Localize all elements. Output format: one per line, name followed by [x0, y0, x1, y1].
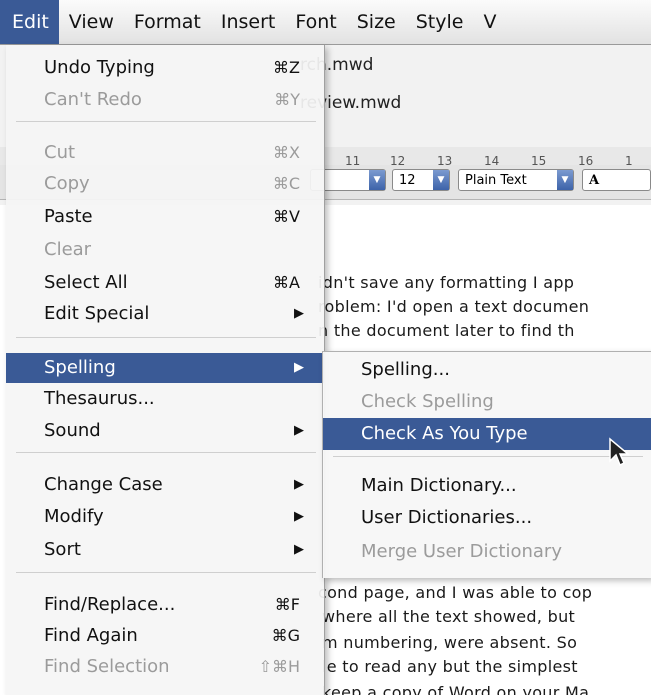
shortcut-label: ⌘A [273, 273, 300, 292]
menu-item-label: Spelling [44, 357, 116, 378]
triangle-right-icon: ▶ [294, 542, 304, 557]
chevron-down-icon: ▼ [369, 170, 385, 190]
spelling-submenu: Spelling... Check Spelling Check As You … [322, 351, 651, 578]
menu-separator [16, 452, 316, 453]
chevron-down-icon: ▼ [433, 170, 449, 190]
submenu-item-label: Spelling... [361, 359, 450, 380]
shortcut-label: ⌘Z [273, 58, 300, 77]
menu-separator [16, 337, 316, 338]
menu-item-label: Sound [44, 420, 101, 441]
menu-item-change-case[interactable]: Change Case ▶ [6, 470, 324, 500]
style-value: Plain Text [465, 173, 527, 188]
shortcut-label: ⌘Y [274, 90, 300, 109]
menu-item-label: Paste [44, 206, 93, 227]
submenu-item-label: Check Spelling [361, 391, 494, 412]
menu-item-find-selection: Find Selection ⇧⌘H [6, 652, 324, 682]
menu-item-label: Can't Redo [44, 89, 142, 110]
menu-item-label: Edit Special [44, 303, 150, 324]
submenu-item-user-dictionaries[interactable]: User Dictionaries... [323, 502, 651, 534]
menu-item-sort[interactable]: Sort ▶ [6, 535, 324, 565]
menu-bar: Edit View Format Insert Font Size Style V [0, 0, 651, 45]
submenu-item-check-spelling: Check Spelling [323, 386, 651, 418]
menu-item-paste[interactable]: Paste ⌘V [6, 202, 324, 232]
menu-item-sound[interactable]: Sound ▶ [6, 416, 324, 446]
edit-menu: Undo Typing ⌘Z Can't Redo ⌘Y Cut ⌘X Copy ⌘C … [6, 45, 325, 695]
body-line: cond page, and I was able to cop [318, 583, 593, 602]
body-line: keep a copy of Word on your Ma [322, 683, 590, 695]
body-line: n the document later to find th [318, 321, 575, 340]
shortcut-label: ⌘G [271, 626, 300, 645]
menu-item-copy: Copy ⌘C [6, 169, 324, 199]
shortcut-label: ⌘F [274, 595, 300, 614]
submenu-item-label: Check As You Type [361, 423, 528, 444]
menu-item-label: Sort [44, 539, 81, 560]
submenu-item-label: Merge User Dictionary [361, 541, 562, 562]
menu-item-label: Find Again [44, 625, 138, 646]
triangle-right-icon: ▶ [294, 360, 304, 375]
style-select[interactable]: Plain Text ▼ [458, 169, 574, 191]
menu-item-label: Clear [44, 239, 92, 260]
menu-item-label: Copy [44, 173, 90, 194]
menu-item-thesaurus[interactable]: Thesaurus... [6, 384, 324, 414]
menu-item-undo-typing[interactable]: Undo Typing ⌘Z [6, 53, 324, 83]
menu-style[interactable]: Style [406, 0, 474, 44]
menu-font[interactable]: Font [285, 0, 346, 44]
submenu-item-check-as-you-type[interactable]: Check As You Type [323, 418, 651, 450]
menu-separator [333, 456, 643, 457]
body-line: where all the text showed, but [322, 607, 576, 626]
chevron-down-icon: ▼ [557, 170, 573, 190]
menu-item-find-again[interactable]: Find Again ⌘G [6, 621, 324, 651]
arrow-pointer-icon [609, 437, 630, 467]
shortcut-label: ⌘V [273, 207, 300, 226]
submenu-item-main-dictionary[interactable]: Main Dictionary... [323, 470, 651, 502]
menu-view[interactable]: View [59, 0, 124, 44]
menu-item-find-replace[interactable]: Find/Replace... ⌘F [6, 590, 324, 620]
menu-item-cant-redo: Can't Redo ⌘Y [6, 85, 324, 115]
menu-item-label: Find Selection [44, 656, 170, 677]
menu-item-label: Cut [44, 142, 76, 163]
font-size-value: 12 [399, 173, 416, 188]
submenu-item-merge-user-dictionary: Merge User Dictionary [323, 536, 651, 568]
menu-format[interactable]: Format [124, 0, 211, 44]
triangle-right-icon: ▶ [294, 509, 304, 524]
menu-item-label: Find/Replace... [44, 594, 176, 615]
menu-item-label: Modify [44, 506, 104, 527]
submenu-item-spelling[interactable]: Spelling... [323, 354, 651, 386]
font-size-select[interactable]: 12 ▼ [392, 169, 450, 191]
menu-item-label: Select All [44, 272, 128, 293]
submenu-item-label: User Dictionaries... [361, 507, 533, 528]
body-line: roblem: I'd open a text documen [318, 297, 590, 316]
menu-item-cut: Cut ⌘X [6, 138, 324, 168]
menu-item-select-all[interactable]: Select All ⌘A [6, 268, 324, 298]
menu-item-label: Change Case [44, 474, 163, 495]
menu-size[interactable]: Size [347, 0, 406, 44]
submenu-item-label: Main Dictionary... [361, 475, 517, 496]
shortcut-label: ⇧⌘H [258, 657, 300, 676]
menu-truncated[interactable]: V [473, 0, 506, 44]
body-line: m numbering, were absent. So [322, 633, 578, 652]
body-line: le to read any but the simplest [322, 657, 578, 676]
triangle-right-icon: ▶ [294, 306, 304, 321]
body-line: idn't save any formatting I app [318, 273, 575, 292]
menu-separator [16, 121, 316, 122]
triangle-right-icon: ▶ [294, 423, 304, 438]
menu-item-clear: Clear [6, 235, 324, 265]
menu-item-spelling[interactable]: Spelling ▶ [6, 353, 324, 383]
menu-item-edit-special[interactable]: Edit Special ▶ [6, 299, 324, 329]
menu-item-label: Thesaurus... [44, 388, 155, 409]
menu-separator [16, 572, 316, 573]
menu-edit[interactable]: Edit [0, 0, 59, 44]
shortcut-label: ⌘C [272, 174, 300, 193]
menu-insert[interactable]: Insert [211, 0, 286, 44]
menu-item-label: Undo Typing [44, 57, 155, 78]
menu-item-modify[interactable]: Modify ▶ [6, 502, 324, 532]
triangle-right-icon: ▶ [294, 477, 304, 492]
shortcut-label: ⌘X [273, 143, 300, 162]
text-color-button[interactable]: A [582, 169, 651, 191]
